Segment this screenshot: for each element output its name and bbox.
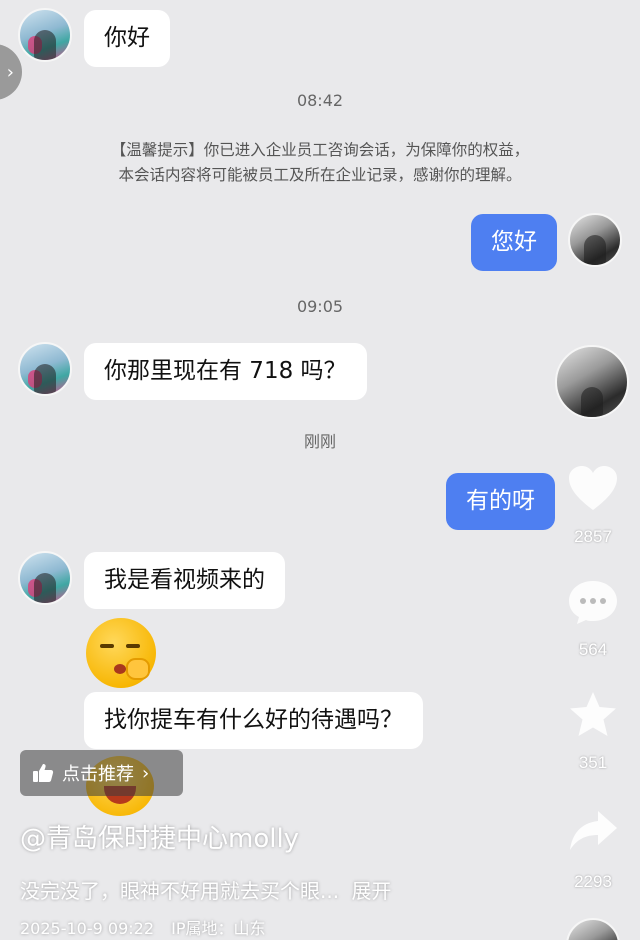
notice-line: 本会话内容将可能被员工及所在企业记录，感谢你的理解。 bbox=[118, 166, 522, 184]
share-count: 2293 bbox=[574, 872, 612, 891]
recommend-button[interactable]: 点击推荐 › bbox=[20, 750, 183, 796]
emoji-hand bbox=[126, 658, 150, 680]
chevron-right-icon: › bbox=[6, 61, 14, 83]
incoming-message: 找你提车有什么好的待遇吗？ bbox=[84, 692, 423, 749]
favorite-count: 351 bbox=[578, 753, 608, 772]
timestamp: 08:42 bbox=[296, 91, 344, 110]
user-avatar[interactable] bbox=[568, 213, 622, 267]
comment-icon bbox=[569, 581, 617, 624]
avatar-figure bbox=[34, 364, 56, 394]
recommend-label: 点击推荐 bbox=[62, 764, 134, 785]
timestamp: 刚刚 bbox=[303, 432, 336, 451]
like-count: 2857 bbox=[574, 527, 612, 546]
pouting-emoji-sticker bbox=[86, 618, 156, 688]
thumbs-up-icon bbox=[33, 764, 54, 782]
like-button[interactable] bbox=[566, 464, 620, 518]
comment-count: 564 bbox=[578, 640, 608, 659]
comment-button[interactable] bbox=[566, 578, 620, 630]
contact-avatar[interactable] bbox=[18, 8, 72, 62]
avatar-figure bbox=[34, 30, 56, 60]
notice-line: 【温馨提示】你已进入企业员工咨询会话，为保障你的权益， bbox=[110, 141, 530, 159]
incoming-message: 我是看视频来的 bbox=[84, 552, 285, 609]
author-avatar[interactable] bbox=[555, 345, 629, 419]
post-meta: 2025-10-9 09:22 IP属地：山东 bbox=[20, 915, 265, 939]
contact-avatar[interactable] bbox=[18, 342, 72, 396]
next-author-avatar[interactable] bbox=[566, 918, 620, 940]
incoming-message: 你好 bbox=[84, 10, 170, 67]
ip-location: IP属地：山东 bbox=[171, 919, 266, 938]
description-text: 没完没了，眼神不好用就去买个眼... bbox=[20, 879, 340, 903]
avatar-figure bbox=[584, 235, 606, 265]
contact-avatar[interactable] bbox=[18, 551, 72, 605]
outgoing-message: 有的呀 bbox=[446, 473, 555, 530]
avatar-figure bbox=[34, 573, 56, 603]
incoming-message: 你那里现在有 718 吗？ bbox=[84, 343, 367, 400]
chevron-right-icon: › bbox=[142, 762, 150, 784]
video-description: 没完没了，眼神不好用就去买个眼... 展开 bbox=[20, 875, 391, 904]
heart-icon bbox=[569, 466, 617, 510]
post-date: 2025-10-9 09:22 bbox=[20, 919, 154, 938]
emoji-mouth bbox=[114, 664, 126, 674]
share-icon bbox=[570, 811, 617, 850]
avatar-figure bbox=[581, 387, 603, 417]
system-notice: 【温馨提示】你已进入企业员工咨询会话，为保障你的权益， 本会话内容将可能被员工及… bbox=[0, 138, 640, 188]
outgoing-message: 您好 bbox=[471, 214, 557, 271]
emoji-eye bbox=[126, 644, 140, 648]
favorite-button[interactable] bbox=[566, 690, 620, 744]
star-icon bbox=[570, 692, 616, 736]
timestamp: 09:05 bbox=[296, 297, 344, 316]
emoji-eye bbox=[100, 644, 114, 648]
video-author[interactable]: @青岛保时捷中心molly bbox=[20, 818, 299, 855]
share-button[interactable] bbox=[566, 808, 620, 858]
expand-link[interactable]: 展开 bbox=[351, 879, 391, 903]
